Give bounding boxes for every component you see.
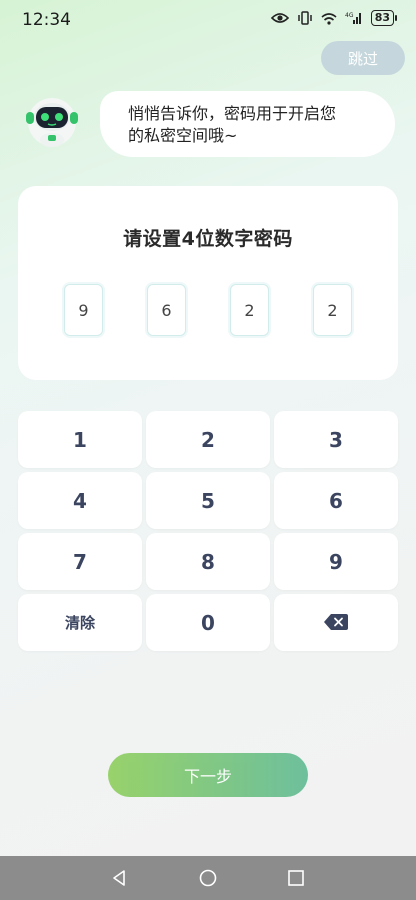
digit-box-4: 2 bbox=[313, 284, 352, 336]
skip-button[interactable]: 跳过 bbox=[321, 41, 405, 75]
robot-avatar-icon bbox=[22, 94, 82, 148]
key-8[interactable]: 8 bbox=[146, 533, 270, 590]
network-label: 4G bbox=[345, 12, 354, 19]
digit-box-2: 6 bbox=[147, 284, 186, 336]
bubble-line-2: 的私密空间哦~ bbox=[128, 126, 238, 145]
nav-recents-icon[interactable] bbox=[286, 868, 306, 888]
signal-icon: 4G bbox=[345, 11, 363, 25]
key-1[interactable]: 1 bbox=[18, 411, 142, 468]
password-card: 请设置4位数字密码 9 6 2 2 bbox=[18, 186, 398, 380]
nav-back-icon[interactable] bbox=[109, 868, 129, 888]
key-2[interactable]: 2 bbox=[146, 411, 270, 468]
battery-indicator: 83 bbox=[370, 10, 398, 26]
vibrate-icon bbox=[297, 11, 313, 25]
digit-box-1: 9 bbox=[64, 284, 103, 336]
status-bar: 12:34 4G 83 bbox=[0, 0, 416, 40]
card-title: 请设置4位数字密码 bbox=[123, 228, 293, 250]
nav-home-icon[interactable] bbox=[198, 868, 218, 888]
wifi-icon bbox=[321, 12, 337, 25]
key-7[interactable]: 7 bbox=[18, 533, 142, 590]
key-5[interactable]: 5 bbox=[146, 472, 270, 529]
status-time: 12:34 bbox=[22, 10, 71, 30]
bubble-line-1: 悄悄告诉你，密码用于开启您 bbox=[128, 104, 337, 123]
digit-box-3: 2 bbox=[230, 284, 269, 336]
clear-button[interactable]: 清除 bbox=[18, 594, 142, 651]
eye-icon bbox=[270, 11, 289, 25]
key-4[interactable]: 4 bbox=[18, 472, 142, 529]
next-step-button[interactable]: 下一步 bbox=[108, 753, 308, 797]
system-navigation-bar bbox=[0, 856, 416, 900]
status-icons: 4G 83 bbox=[270, 10, 398, 26]
key-6[interactable]: 6 bbox=[274, 472, 398, 529]
key-0[interactable]: 0 bbox=[146, 594, 270, 651]
key-9[interactable]: 9 bbox=[274, 533, 398, 590]
speech-bubble: 悄悄告诉你，密码用于开启您 的私密空间哦~ bbox=[100, 91, 395, 157]
backspace-button[interactable] bbox=[274, 594, 398, 651]
key-3[interactable]: 3 bbox=[274, 411, 398, 468]
backspace-icon bbox=[324, 611, 348, 635]
